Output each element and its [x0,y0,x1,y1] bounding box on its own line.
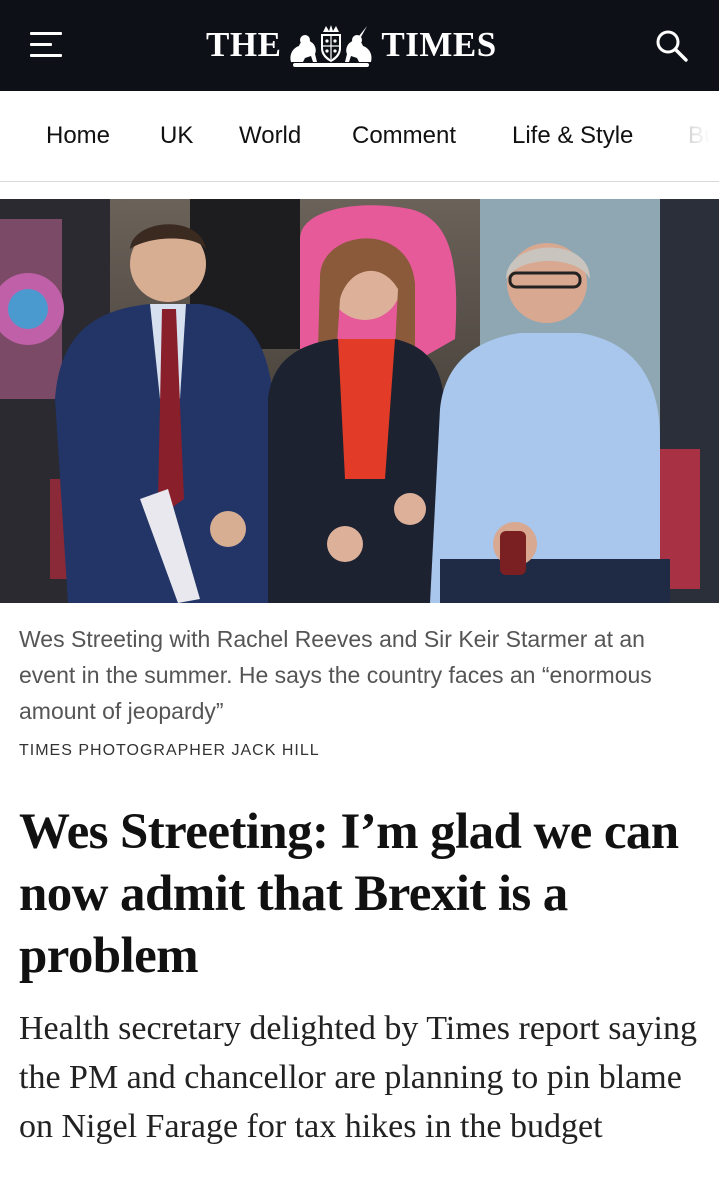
article-headline: Wes Streeting: I’m glad we can now admit… [19,804,679,984]
hamburger-menu-icon[interactable] [30,30,64,60]
photo-credit: TIMES PHOTOGRAPHER JACK HILL [19,742,320,759]
nav-item-comment[interactable]: Comment [352,122,456,150]
nav-item-home[interactable]: Home [46,122,110,150]
nav-item-uk[interactable]: UK [160,122,193,150]
the-times-logo[interactable]: THE TIMES [206,22,497,68]
nav-item-world[interactable]: World [239,122,301,150]
article-standfirst: Health secretary delighted by Times repo… [19,1010,697,1145]
hero-photo [0,199,719,603]
section-nav: Home UK World Comment Life & Style Bu [0,91,719,182]
masthead-times: TIMES [381,25,497,64]
royal-crest-icon [290,25,372,67]
masthead-the: THE [206,25,282,64]
nav-item-life-style[interactable]: Life & Style [512,122,633,150]
nav-item-business[interactable]: Bu [688,122,717,150]
top-bar: THE TIMES [0,0,719,91]
photo-caption: Wes Streeting with Rachel Reeves and Sir… [19,626,652,724]
search-icon[interactable] [654,28,690,64]
